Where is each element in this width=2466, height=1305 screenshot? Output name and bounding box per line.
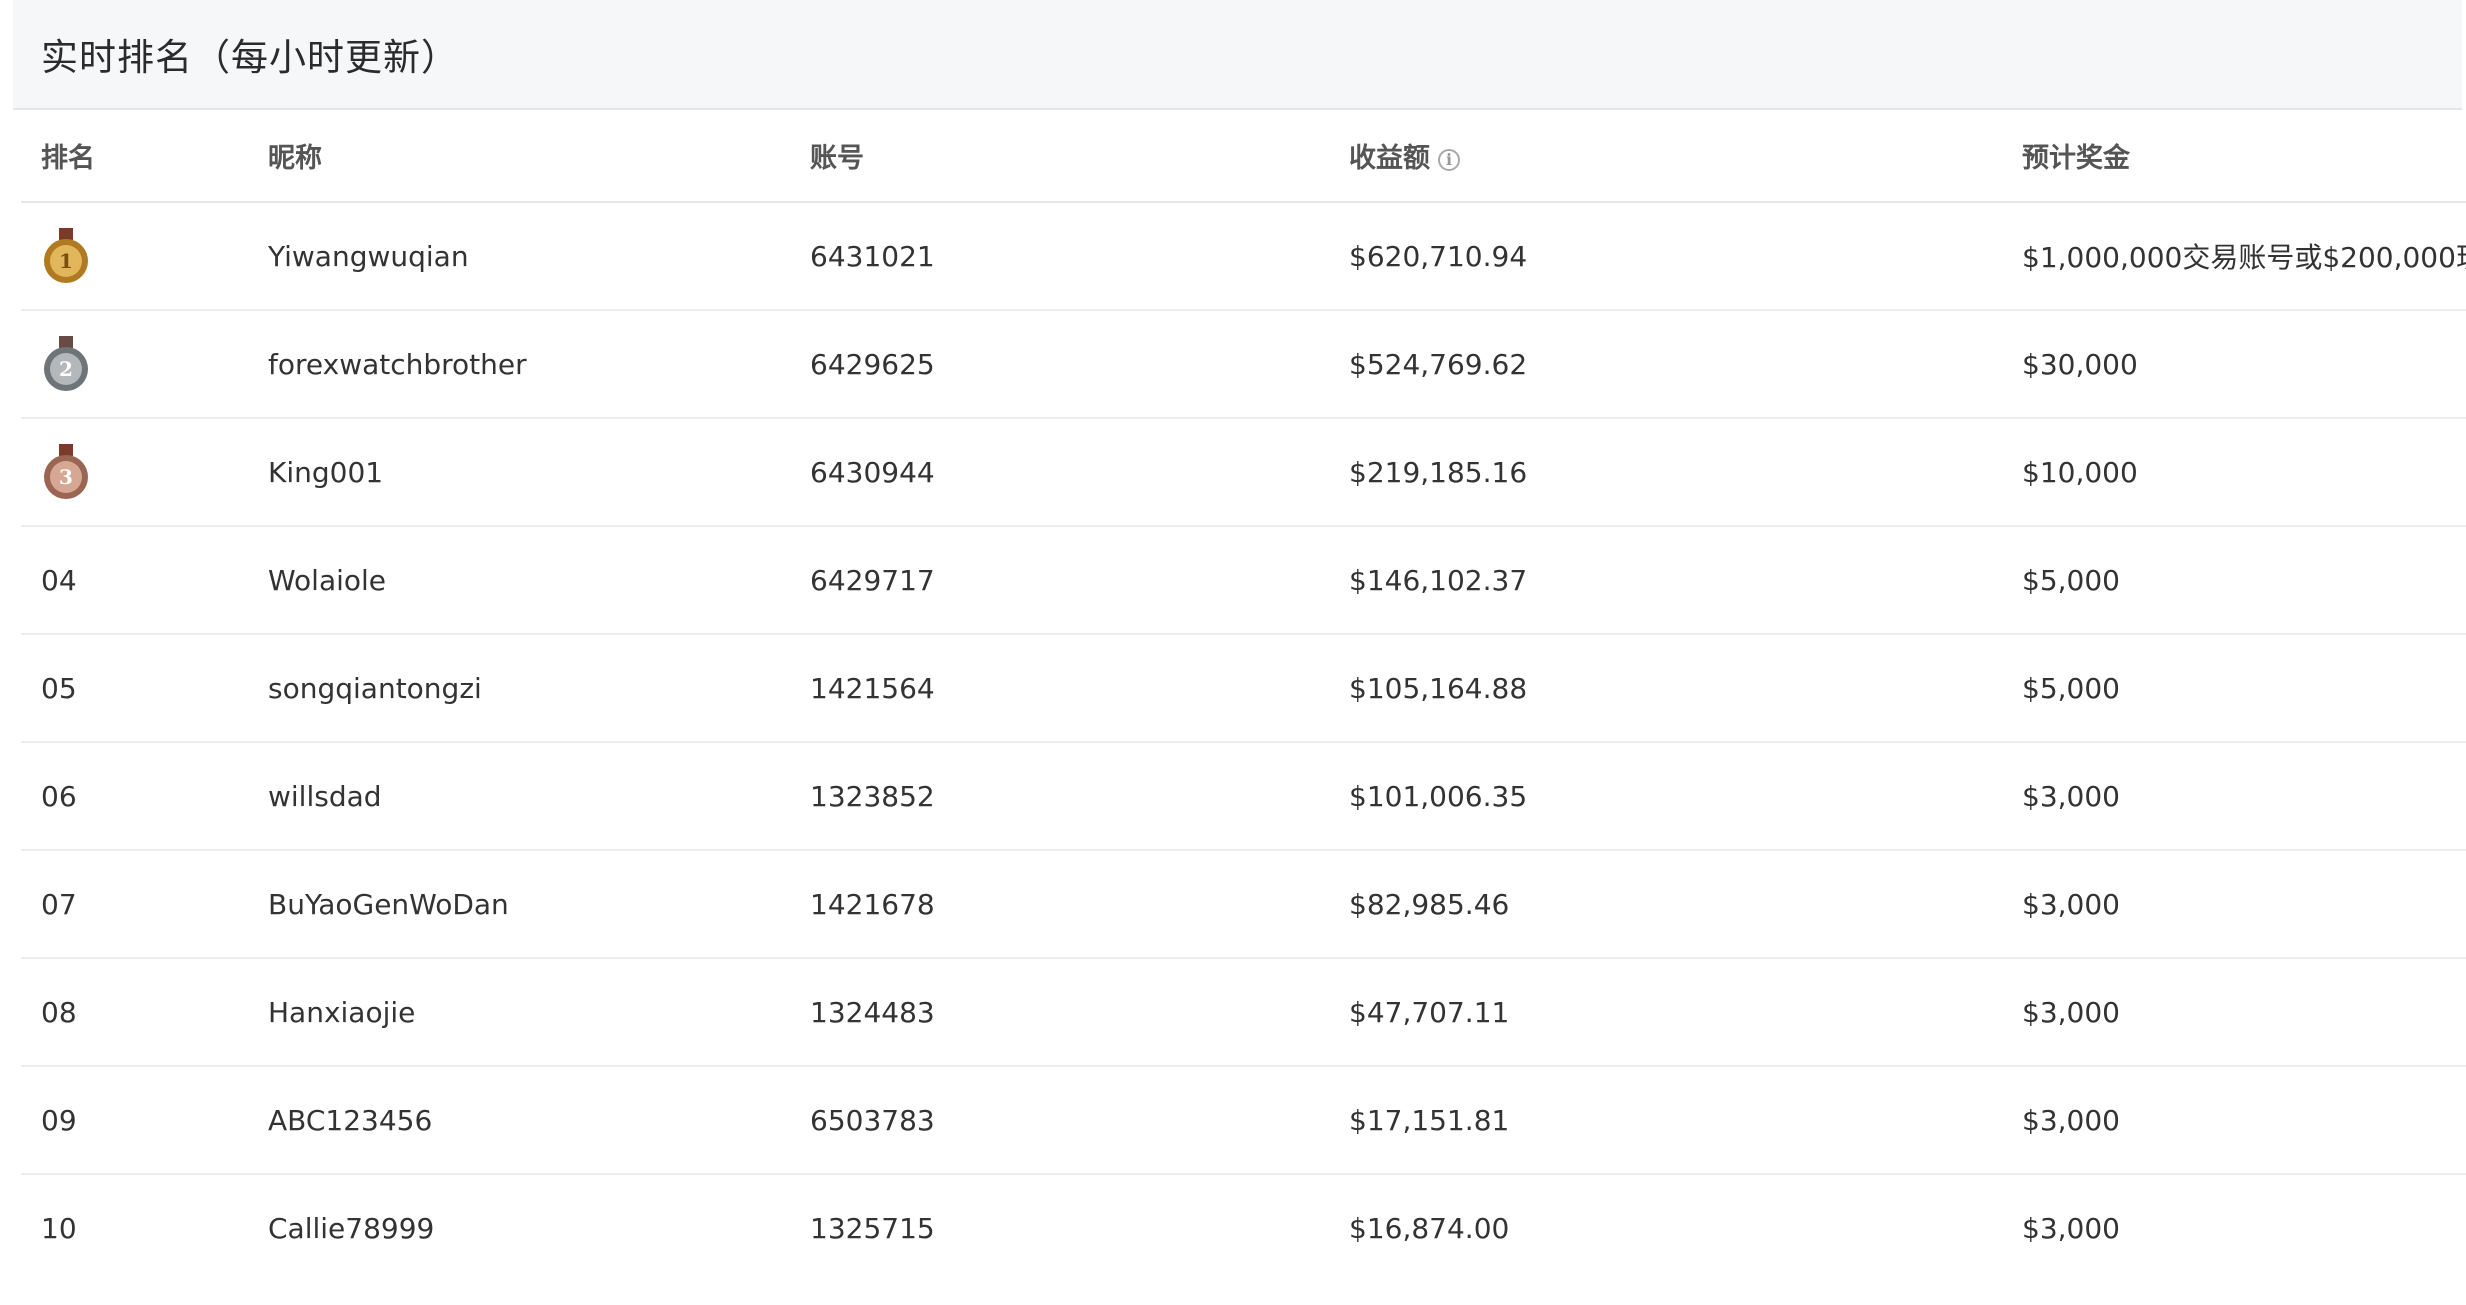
rank-cell: 2 xyxy=(21,310,248,419)
prize-cell: $10,000 xyxy=(2002,418,2466,527)
profit-cell: $101,006.35 xyxy=(1329,742,2002,851)
account-cell: 1324483 xyxy=(790,958,1329,1067)
rank-number: 09 xyxy=(41,1103,77,1137)
table-row: 10 Callie78999 1325715 $16,874.00 $3,000 xyxy=(21,1174,2466,1282)
nickname-cell: forexwatchbrother xyxy=(248,310,790,419)
rank-number: 06 xyxy=(41,779,77,813)
profit-cell: $16,874.00 xyxy=(1349,1212,1510,1245)
profit-cell: $524,769.62 xyxy=(1329,310,2002,419)
account-cell: 6429625 xyxy=(790,310,1329,419)
column-header-prize: 预计奖金 xyxy=(2002,110,2466,203)
account-cell: 6503783 xyxy=(790,1066,1329,1175)
table-row: 08 Hanxiaojie 1324483 $47,707.11 $3,000 xyxy=(21,958,2466,1067)
rank-cell: 09 xyxy=(21,1066,248,1175)
medal-rank-number: 1 xyxy=(59,249,73,273)
rank-cell: 07 xyxy=(21,850,248,959)
account-cell: 1325715 xyxy=(810,1212,935,1245)
table-row: 05 songqiantongzi 1421564 $105,164.88 $5,000 xyxy=(21,634,2466,743)
medal-rank-number: 3 xyxy=(59,465,73,489)
profit-cell: $105,164.88 xyxy=(1329,634,2002,743)
nickname-cell: BuYaoGenWoDan xyxy=(248,850,790,959)
info-icon[interactable]: i xyxy=(1438,148,1460,171)
profit-cell: $47,707.11 xyxy=(1329,958,2002,1067)
account-cell: 6430944 xyxy=(790,418,1329,527)
table-row: 2 forexwatchbrother 6429625 $524,769.62 $30,… xyxy=(21,310,2466,419)
prize-cell: $3,000 xyxy=(2022,1212,2120,1245)
column-header-profit-label: 收益额 xyxy=(1349,143,1430,174)
nickname-cell: King001 xyxy=(248,418,790,527)
table-row: 3 King001 6430944 $219,185.16 $10,000 xyxy=(21,418,2466,527)
prize-cell: $1,000,000交易账号或$200,000现金 xyxy=(2002,202,2466,311)
account-cell: 1421564 xyxy=(790,634,1329,743)
nickname-cell: songqiantongzi xyxy=(248,634,790,743)
profit-cell: $146,102.37 xyxy=(1329,526,2002,635)
profit-cell: $620,710.94 xyxy=(1329,202,2002,311)
table-header-row: 排名 昵称 账号 收益额 i 预计奖金 xyxy=(21,110,2466,203)
table-row: 1 Yiwangwuqian 6431021 $620,710.94 $1,000,00… xyxy=(21,202,2466,311)
rank-number: 10 xyxy=(41,1212,77,1245)
profit-cell: $82,985.46 xyxy=(1329,850,2002,959)
table-row: 07 BuYaoGenWoDan 1421678 $82,985.46 $3,000 xyxy=(21,850,2466,959)
panel-header: 实时排名（每小时更新） xyxy=(13,0,2462,110)
prize-cell: $30,000 xyxy=(2002,310,2466,419)
page-title: 实时排名（每小时更新） xyxy=(41,36,459,79)
gold-medal-icon: 1 xyxy=(41,228,91,284)
rank-number: 05 xyxy=(41,671,77,705)
account-cell: 6431021 xyxy=(790,202,1329,311)
prize-cell: $3,000 xyxy=(2002,850,2466,959)
prize-cell: $3,000 xyxy=(2002,1066,2466,1175)
ranking-table: 排名 昵称 账号 收益额 i 预计奖金 1 Yiwangwuqian 6431021 $… xyxy=(21,110,2466,1282)
rank-cell: 1 xyxy=(21,202,248,311)
account-cell: 1323852 xyxy=(790,742,1329,851)
silver-medal-icon: 2 xyxy=(41,336,91,392)
table-row: 06 willsdad 1323852 $101,006.35 $3,000 xyxy=(21,742,2466,851)
prize-cell: $5,000 xyxy=(2002,634,2466,743)
profit-cell: $219,185.16 xyxy=(1329,418,2002,527)
ranking-panel: 实时排名（每小时更新） 排名 昵称 账号 收益额 i 预计奖金 1 Yiwangwu… xyxy=(13,0,2466,1305)
column-header-profit: 收益额 i xyxy=(1329,110,2002,203)
column-header-rank: 排名 xyxy=(21,110,248,203)
nickname-cell: willsdad xyxy=(248,742,790,851)
medal-rank-number: 2 xyxy=(59,357,73,381)
table-row: 04 Wolaiole 6429717 $146,102.37 $5,000 xyxy=(21,526,2466,635)
bronze-medal-icon: 3 xyxy=(41,444,91,500)
rank-cell: 08 xyxy=(21,958,248,1067)
nickname-cell: Yiwangwuqian xyxy=(248,202,790,311)
rank-cell: 04 xyxy=(21,526,248,635)
nickname-cell: Hanxiaojie xyxy=(248,958,790,1067)
nickname-cell: ABC123456 xyxy=(248,1066,790,1175)
prize-cell: $5,000 xyxy=(2002,526,2466,635)
rank-cell: 3 xyxy=(21,418,248,527)
column-header-nickname: 昵称 xyxy=(248,110,790,203)
prize-cell: $3,000 xyxy=(2002,742,2466,851)
rank-number: 07 xyxy=(41,887,77,921)
column-header-account: 账号 xyxy=(790,110,1329,203)
account-cell: 6429717 xyxy=(790,526,1329,635)
rank-cell: 05 xyxy=(21,634,248,743)
rank-cell: 10 xyxy=(21,1174,248,1282)
rank-number: 04 xyxy=(41,563,77,597)
nickname-cell: Wolaiole xyxy=(248,526,790,635)
profit-cell: $17,151.81 xyxy=(1329,1066,2002,1175)
table-row: 09 ABC123456 6503783 $17,151.81 $3,000 xyxy=(21,1066,2466,1175)
prize-cell: $3,000 xyxy=(2002,958,2466,1067)
rank-cell: 06 xyxy=(21,742,248,851)
rank-number: 08 xyxy=(41,995,77,1029)
nickname-cell: Callie78999 xyxy=(268,1212,435,1245)
account-cell: 1421678 xyxy=(790,850,1329,959)
